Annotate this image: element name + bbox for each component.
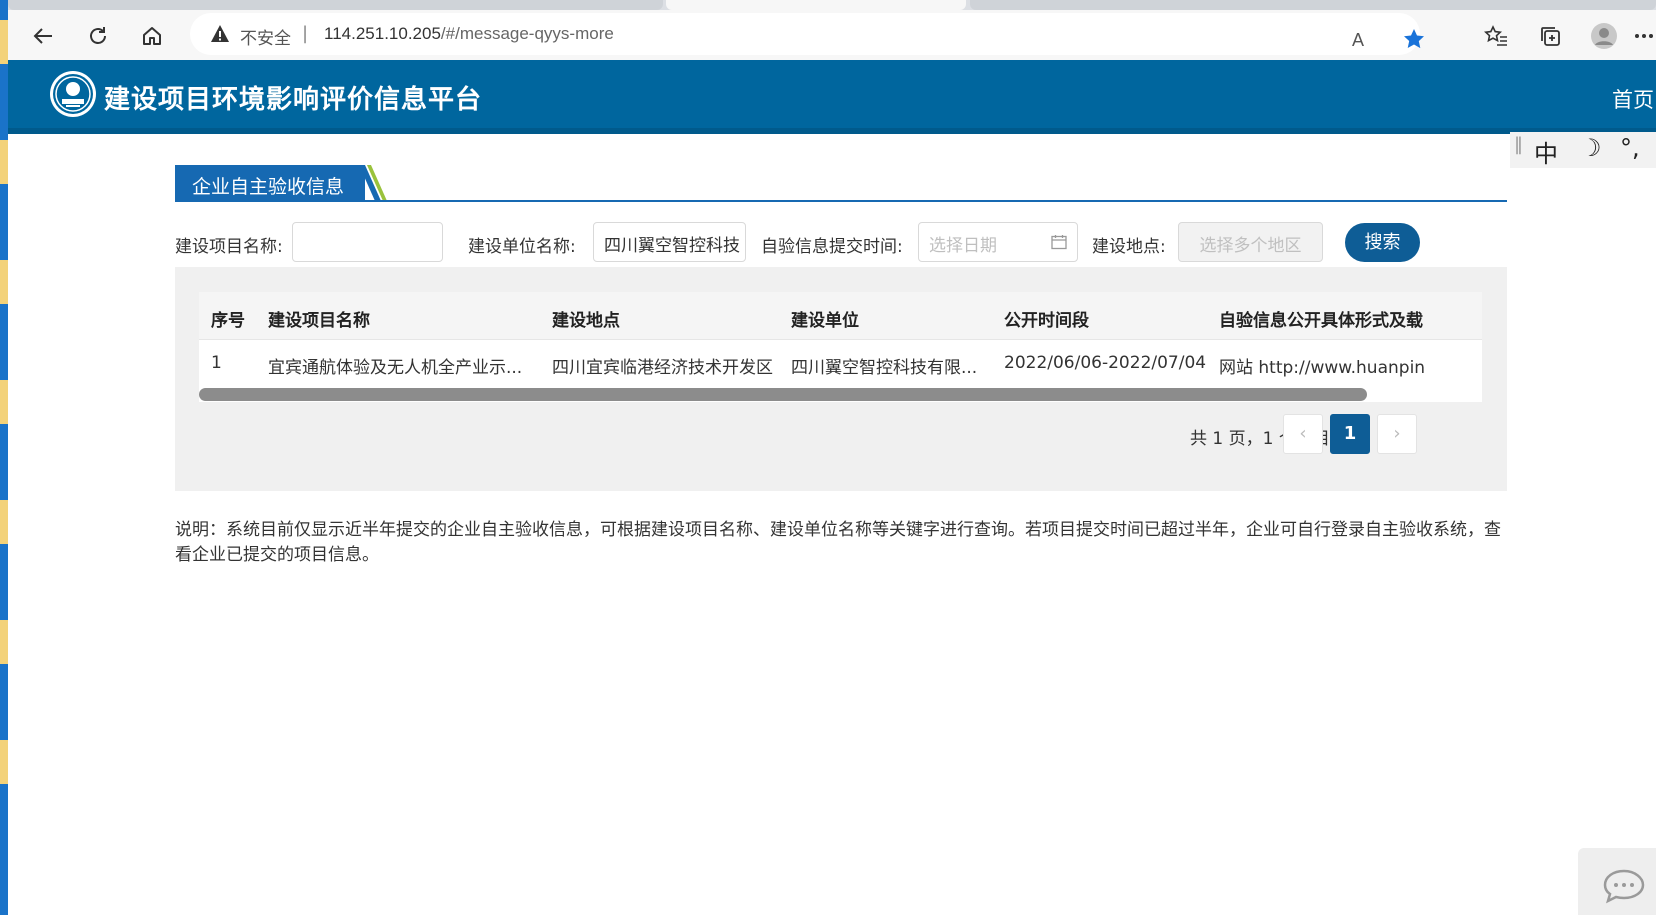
results-panel: 序号 建设项目名称 建设地点 建设单位 公开时间段 自验信息公开具体形式及载 1… xyxy=(175,267,1507,491)
cell-form[interactable]: 网站 http://www.huanpin xyxy=(1219,353,1425,378)
page-1-button[interactable]: 1 xyxy=(1330,414,1370,454)
cell-period: 2022/06/06-2022/07/04 xyxy=(1004,353,1207,373)
chat-bubble-icon xyxy=(1603,869,1645,904)
date-placeholder: 选择日期 xyxy=(929,236,997,256)
desktop-icon xyxy=(0,260,8,304)
calendar-icon xyxy=(1051,235,1067,250)
next-page-button[interactable]: › xyxy=(1377,414,1417,454)
browser-toolbar: 不安全 | 114.251.10.205/#/message-qyys-more… xyxy=(8,10,1656,60)
desktop-icon xyxy=(0,620,8,664)
desktop-icon xyxy=(0,500,8,544)
warning-icon xyxy=(211,25,229,42)
col-unit: 建设单位 xyxy=(791,311,859,331)
explanation-note: 说明：系统目前仅显示近半年提交的企业自主验收信息，可根据建设项目名称、建设单位名… xyxy=(175,520,1501,565)
desktop-icon xyxy=(0,140,8,184)
location-select[interactable]: 选择多个地区 xyxy=(1178,222,1323,262)
home-button[interactable] xyxy=(136,20,168,52)
home-icon xyxy=(143,27,161,45)
submit-date-picker[interactable]: 选择日期 xyxy=(918,222,1078,262)
header-underline xyxy=(8,128,1656,134)
ime-mode-toggle[interactable]: 中 xyxy=(1534,134,1558,169)
submit-time-label: 自验信息提交时间: xyxy=(761,237,903,257)
location-label: 建设地点: xyxy=(1092,237,1166,257)
browser-tab[interactable] xyxy=(8,0,663,10)
cell-unit: 四川翼空智控科技有限... xyxy=(791,358,978,378)
browser-tab[interactable] xyxy=(970,0,1656,10)
favorites-list-icon xyxy=(1484,25,1507,46)
address-separator: | xyxy=(302,23,309,44)
desktop-icon xyxy=(0,740,8,784)
col-location: 建设地点 xyxy=(552,311,620,331)
table-row[interactable]: 1 宜宾通航体验及无人机全产业示... 四川宜宾临港经济技术开发区 四川翼空智控… xyxy=(199,340,1482,386)
favorites-button[interactable] xyxy=(1480,20,1512,52)
project-name-label: 建设项目名称: xyxy=(175,237,283,257)
back-button[interactable] xyxy=(27,20,59,52)
ime-drag-handle[interactable]: ‖ xyxy=(1514,134,1523,155)
section-title: 企业自主验收信息 xyxy=(175,165,365,201)
profile-button[interactable] xyxy=(1588,20,1620,52)
table-header: 序号 建设项目名称 建设地点 建设单位 公开时间段 自验信息公开具体形式及载 xyxy=(199,292,1482,340)
col-period: 公开时间段 xyxy=(1004,311,1089,331)
browser-tab-strip xyxy=(8,0,1656,10)
col-project-name: 建设项目名称 xyxy=(268,311,370,331)
desktop-icon xyxy=(0,20,8,64)
avatar-icon xyxy=(1591,23,1617,49)
desktop-strip xyxy=(0,0,8,915)
browser-tab-active[interactable] xyxy=(666,0,966,10)
scrollbar-thumb[interactable] xyxy=(199,388,1367,401)
chat-widget[interactable] xyxy=(1578,848,1656,915)
collections-button[interactable] xyxy=(1534,20,1566,52)
prev-page-button[interactable]: ‹ xyxy=(1283,414,1323,454)
search-form: 建设项目名称: 建设单位名称: 四川翼空智控科技 自验信息提交时间: 选择日期 … xyxy=(175,222,1507,264)
cell-index: 1 xyxy=(211,353,222,373)
section-divider xyxy=(175,200,1507,202)
more-menu-button[interactable] xyxy=(1632,20,1656,52)
url-path: /#/message-qyys-more xyxy=(440,24,614,43)
desktop-icon xyxy=(0,380,8,424)
cell-location: 四川宜宾临港经济技术开发区 xyxy=(552,358,773,378)
project-name-input[interactable] xyxy=(292,222,443,262)
ime-punct-icon[interactable]: °, xyxy=(1620,134,1640,162)
nav-home-link[interactable]: 首页 xyxy=(1612,84,1654,114)
read-aloud-icon[interactable]: A xyxy=(1352,30,1364,51)
url-host: 114.251.10.205 xyxy=(324,24,441,43)
collections-icon xyxy=(1541,27,1560,46)
security-status[interactable]: 不安全 xyxy=(240,24,291,49)
col-index: 序号 xyxy=(211,311,245,331)
results-table: 序号 建设项目名称 建设地点 建设单位 公开时间段 自验信息公开具体形式及载 1… xyxy=(199,292,1482,394)
ime-toolbar[interactable]: ‖ 中 ☽ °, xyxy=(1510,132,1656,168)
cell-project-name[interactable]: 宜宾通航体验及无人机全产业示... xyxy=(268,353,522,378)
url-text[interactable]: 114.251.10.205/#/message-qyys-more xyxy=(324,24,614,44)
tab-slant-decoration xyxy=(359,165,387,201)
unit-name-input[interactable]: 四川翼空智控科技 xyxy=(593,222,746,262)
unit-name-label: 建设单位名称: xyxy=(468,237,576,257)
ime-moon-icon[interactable]: ☽ xyxy=(1580,134,1602,162)
site-title: 建设项目环境影响评价信息平台 xyxy=(104,85,483,115)
favorite-star-icon[interactable] xyxy=(1402,27,1426,51)
col-form: 自验信息公开具体形式及载 xyxy=(1219,311,1423,331)
more-dots-icon xyxy=(1635,34,1653,38)
refresh-button[interactable] xyxy=(82,20,114,52)
search-button[interactable]: 搜索 xyxy=(1345,223,1420,262)
site-header: 建设项目环境影响评价信息平台 首页 xyxy=(8,60,1656,134)
back-arrow-icon xyxy=(33,28,52,44)
address-bar[interactable]: 不安全 | 114.251.10.205/#/message-qyys-more xyxy=(190,13,1420,55)
table-horizontal-scrollbar[interactable] xyxy=(199,387,1482,402)
mee-emblem-icon xyxy=(50,71,96,117)
refresh-icon xyxy=(90,27,106,44)
